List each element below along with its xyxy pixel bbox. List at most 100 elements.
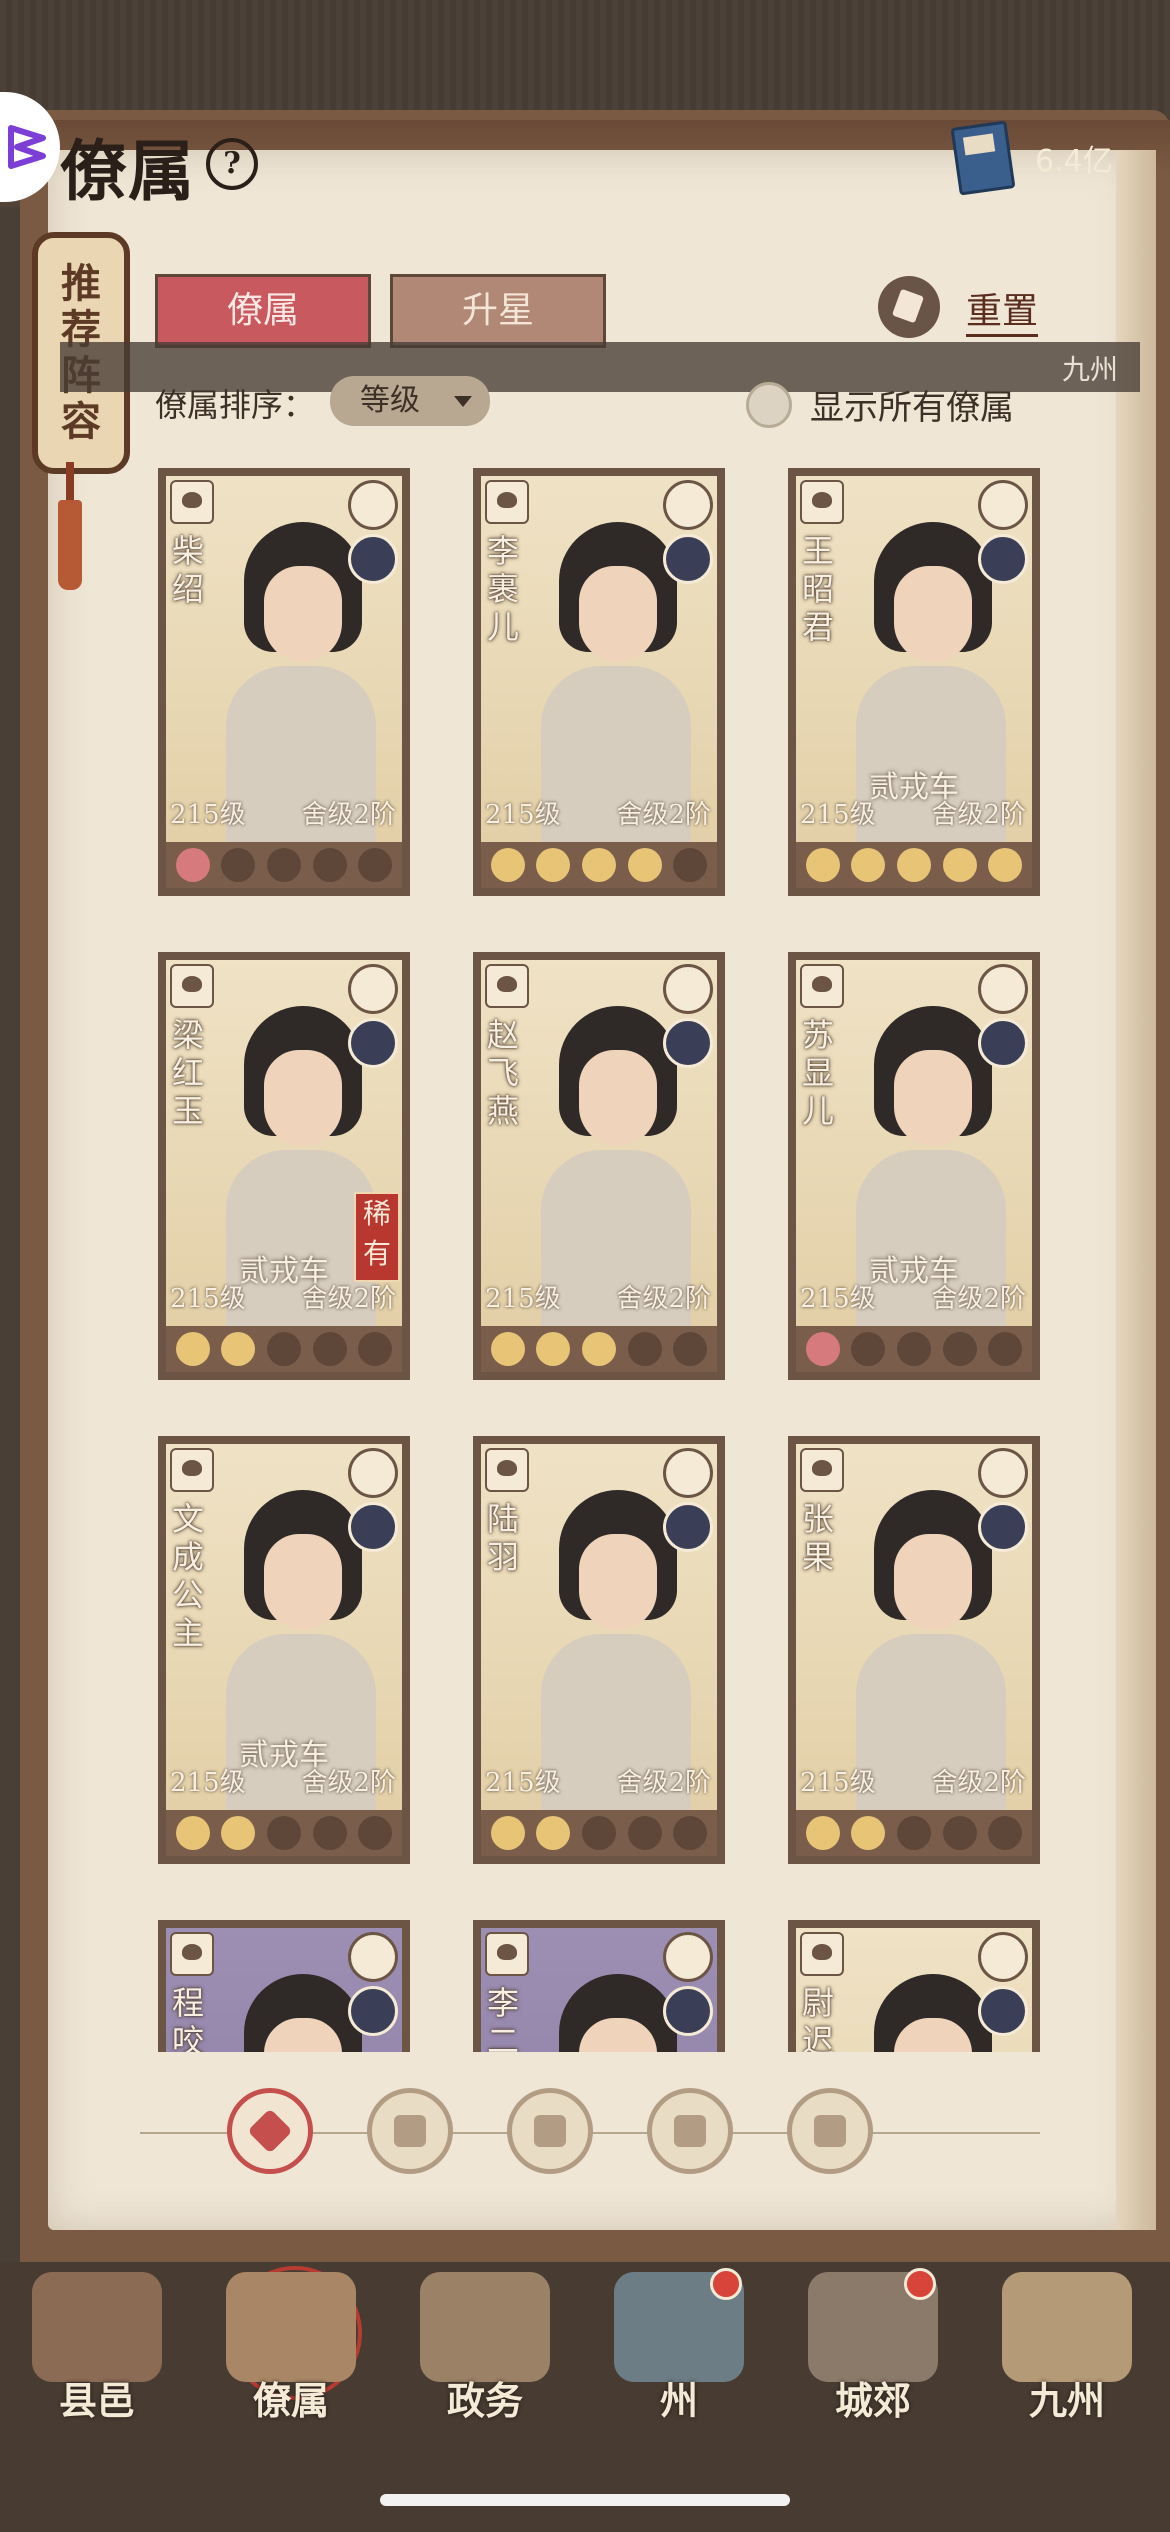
moon-star-icon <box>536 1332 571 1366</box>
help-icon[interactable]: ? <box>206 138 258 190</box>
moon-star-icon <box>312 1332 347 1366</box>
class-icon <box>485 1932 529 1976</box>
moon-star-icon <box>175 1816 210 1850</box>
nav-label: 县邑 <box>58 2378 135 2423</box>
retainer-rank: 舍级2阶 <box>931 1284 1026 1314</box>
partner-avatar <box>978 1018 1028 1068</box>
show-all-label[interactable]: 显示所有僚属 <box>810 380 1014 429</box>
all-filter-icon[interactable] <box>227 2088 313 2174</box>
nav-item[interactable]: 州 <box>594 2262 764 2432</box>
retainer-rank: 舍级2阶 <box>616 800 711 830</box>
weapon-type-icon <box>348 1932 398 1982</box>
helmet-filter-icon[interactable] <box>367 2088 453 2174</box>
retainer-level: 215级 <box>485 1768 561 1798</box>
star-row <box>481 1326 717 1372</box>
moon-star-icon <box>490 848 525 882</box>
retainer-level: 215级 <box>170 1768 246 1798</box>
gourd-filter-icon[interactable] <box>507 2088 593 2174</box>
notification-dot <box>710 2268 742 2300</box>
show-all-checkbox[interactable] <box>746 382 792 428</box>
card-art <box>481 476 717 842</box>
moon-star-icon <box>358 848 393 882</box>
nav-label: 城郊 <box>834 2378 911 2423</box>
retainer-card[interactable]: 陆羽 215级 舍级2阶 <box>473 1436 725 1864</box>
nav-item[interactable]: 僚属 <box>206 2262 376 2432</box>
tag-char: 推 <box>61 260 101 307</box>
retainer-card[interactable]: 王昭君 贰戎车 215级 舍级2阶 <box>788 468 1040 896</box>
moon-star-icon <box>581 1816 616 1850</box>
moon-star-icon <box>805 848 840 882</box>
banner-text: 九州 <box>1062 353 1119 386</box>
reset-icon[interactable] <box>878 276 940 338</box>
retainer-name: 赵飞燕 <box>487 1016 520 1130</box>
star-row <box>796 1326 1032 1372</box>
card-art <box>796 1444 1032 1810</box>
partner-avatar <box>978 1502 1028 1552</box>
moon-star-icon <box>942 1332 977 1366</box>
nav-item[interactable]: 九州 <box>982 2262 1152 2432</box>
retainer-name: 苏显儿 <box>802 1016 835 1130</box>
retainer-name: 尉迟 <box>802 1984 835 2052</box>
partner-avatar <box>663 1986 713 2036</box>
moon-star-icon <box>266 848 301 882</box>
retainer-rank: 舍级2阶 <box>301 1284 396 1314</box>
moon-star-icon <box>988 848 1023 882</box>
moon-star-icon <box>175 1332 210 1366</box>
retainer-name: 柴绍 <box>172 532 205 608</box>
currency-display[interactable]: 6.4亿 <box>950 120 1145 196</box>
retainer-level: 215级 <box>485 1284 561 1314</box>
retainer-card[interactable]: 柴绍 215级 舍级2阶 <box>158 468 410 896</box>
class-icon <box>485 480 529 524</box>
retainer-rank: 舍级2阶 <box>931 1768 1026 1798</box>
scrolls-icon <box>226 2272 356 2382</box>
weapon-type-icon <box>663 1932 713 1982</box>
moon-star-icon <box>896 1816 931 1850</box>
home-indicator <box>380 2494 790 2506</box>
retainer-card[interactable]: 李二 <box>473 1920 725 2052</box>
moon-star-icon <box>805 1332 840 1366</box>
page-edge <box>1116 150 1156 2230</box>
reset-button[interactable]: 重置 <box>966 282 1039 337</box>
retainer-card[interactable]: 程咬 <box>158 1920 410 2052</box>
tab-retainers[interactable]: 僚属 <box>155 274 371 348</box>
moon-star-icon <box>221 848 256 882</box>
fan-filter-icon[interactable] <box>647 2088 733 2174</box>
chevron-down-icon <box>454 396 472 407</box>
nav-label: 僚属 <box>252 2378 329 2423</box>
notification-dot <box>904 2268 936 2300</box>
retainer-card[interactable]: 尉迟 <box>788 1920 1040 2052</box>
sort-dropdown[interactable]: 等级 <box>330 376 490 426</box>
card-art <box>481 960 717 1326</box>
weapon-type-icon <box>663 480 713 530</box>
star-row <box>166 842 402 888</box>
weapon-type-icon <box>348 1448 398 1498</box>
star-row <box>166 1810 402 1856</box>
filter-glyph <box>814 2115 846 2147</box>
nav-item[interactable]: 城郊 <box>788 2262 958 2432</box>
retainer-card[interactable]: 赵飞燕 215级 舍级2阶 <box>473 952 725 1380</box>
nav-item[interactable]: 县邑 <box>12 2262 182 2432</box>
retainer-card[interactable]: 苏显儿 贰戎车 215级 舍级2阶 <box>788 952 1040 1380</box>
weapon-type-icon <box>978 1448 1028 1498</box>
retainer-name: 陆羽 <box>487 1500 520 1576</box>
retainer-card[interactable]: 李裹儿 215级 舍级2阶 <box>473 468 725 896</box>
class-icon <box>800 964 844 1008</box>
mount-filter-icon[interactable] <box>787 2088 873 2174</box>
tab-star-up[interactable]: 升星 <box>390 274 606 348</box>
retainer-card[interactable]: 文成公主 贰戎车 215级 舍级2阶 <box>158 1436 410 1864</box>
map-scroll-icon <box>1002 2272 1132 2382</box>
retainer-name: 李裹儿 <box>487 532 520 646</box>
retainer-card[interactable]: 张果 215级 舍级2阶 <box>788 1436 1040 1864</box>
class-icon <box>485 1448 529 1492</box>
moon-star-icon <box>490 1816 525 1850</box>
nav-label: 州 <box>659 2378 698 2423</box>
retainer-card[interactable]: 梁红玉 贰戎车 215级 舍级2阶 稀有 <box>158 952 410 1380</box>
partner-avatar <box>348 534 398 584</box>
class-icon <box>170 480 214 524</box>
sort-label: 僚属排序： <box>155 386 316 424</box>
nav-label: 政务 <box>446 2378 523 2423</box>
partner-avatar <box>978 534 1028 584</box>
nav-item[interactable]: 政务 <box>400 2262 570 2432</box>
rarity-badge: 稀有 <box>354 1192 400 1282</box>
partner-avatar <box>978 1986 1028 2036</box>
